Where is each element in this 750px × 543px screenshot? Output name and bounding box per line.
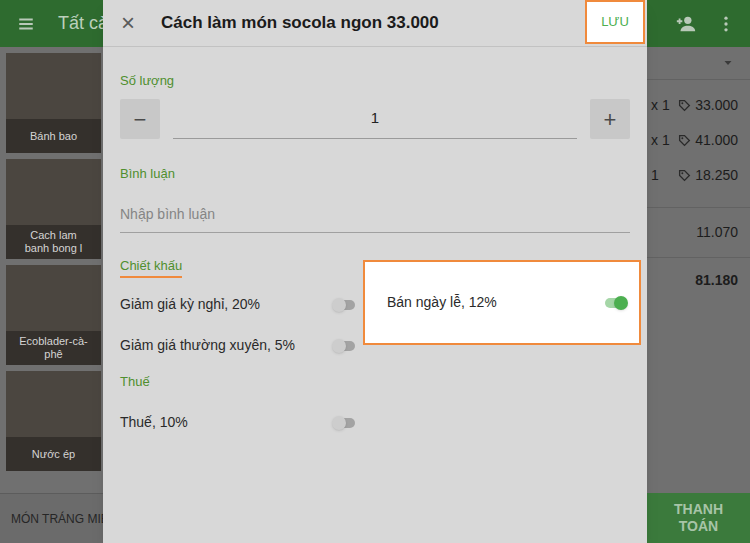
minus-button[interactable]: −: [120, 99, 160, 139]
toggle-label: Giảm giá thường xuyên, 5%: [120, 335, 295, 356]
ticket-lines: x 1 33.000 x 1 41.000 1 18.250: [647, 80, 750, 193]
item-name: Ecoblader-cà- phê: [19, 335, 87, 361]
toggle-row[interactable]: Bán ngày lễ, 12%: [363, 260, 641, 345]
comment-input[interactable]: [120, 195, 630, 233]
item-name: Bánh bao: [30, 130, 77, 143]
quantity-value[interactable]: 1: [371, 107, 379, 130]
category-name[interactable]: MÓN TRÁNG MIỆ: [11, 510, 109, 528]
app-bar-actions: [675, 13, 750, 35]
charge-button[interactable]: THANH TOÁN: [647, 493, 750, 543]
price-tag-icon: [678, 99, 691, 112]
ticket-line[interactable]: x 1 41.000: [647, 123, 750, 158]
toggle-knob: [332, 298, 346, 312]
ticket-space: [647, 303, 750, 493]
toggle-switch[interactable]: [333, 339, 355, 353]
taxes-label: Thuế: [120, 374, 641, 390]
line-price: 33.000: [695, 95, 738, 116]
ticket-dropdown[interactable]: [647, 47, 750, 80]
discounts-label: Chiết khấu: [120, 258, 182, 278]
more-vertical-icon: [716, 14, 736, 34]
tax-row: 11.070: [647, 207, 750, 257]
more-button[interactable]: [716, 14, 736, 34]
total-row: 81.180: [647, 257, 750, 303]
discounts-section: Chiết khấuGiảm giá kỳ nghỉ, 20%Giảm giá …: [120, 258, 641, 366]
line-qty: x 1: [651, 130, 670, 151]
comment-label: Bình luận: [120, 166, 641, 182]
item-tile[interactable]: Bánh bao: [6, 53, 101, 153]
toggle-label: Thuế, 10%: [120, 412, 188, 433]
dialog-title: Cách làm món socola ngon 33.000: [161, 10, 439, 36]
menu-button[interactable]: [0, 15, 52, 33]
item-tile[interactable]: Cach lam banh bong l: [6, 159, 101, 259]
discounts-left: Chiết khấuGiảm giá kỳ nghỉ, 20%Giảm giá …: [120, 258, 355, 366]
add-customer-button[interactable]: [675, 13, 697, 35]
item-name: Cach lam banh bong l: [25, 229, 83, 255]
taxes-list: Thuế, 10%: [120, 402, 355, 443]
caret-down-icon: [722, 57, 734, 69]
item-label: Cach lam banh bong l: [6, 225, 101, 259]
discounts-right: Bán ngày lễ, 12%: [363, 260, 641, 366]
total-amount: 81.180: [695, 270, 738, 291]
toggle-row[interactable]: Giảm giá kỳ nghỉ, 20%: [120, 284, 355, 325]
quantity-label: Số lượng: [120, 73, 641, 89]
toggle-switch[interactable]: [333, 416, 355, 430]
toggle-knob: [614, 296, 628, 310]
line-qty: x 1: [651, 95, 670, 116]
line-price: 41.000: [695, 130, 738, 151]
toggle-knob: [332, 339, 346, 353]
item-tile[interactable]: Nước ép: [6, 371, 101, 471]
discounts-heading-wrap: Chiết khấu: [120, 258, 182, 278]
ticket-line[interactable]: 1 18.250: [647, 158, 750, 193]
save-button[interactable]: LƯU: [585, 0, 645, 44]
dialog-body: Số lượng − 1 + Bình luận Chiết khấu Giảm giá k…: [103, 47, 647, 443]
quantity-field[interactable]: 1: [173, 99, 577, 139]
tax-amount: 11.070: [696, 222, 738, 243]
item-label: Nước ép: [6, 437, 101, 471]
price-tag-icon: [678, 134, 691, 147]
ticket-panel: x 1 33.000 x 1 41.000 1 18.250 11.070 81.180 THA…: [647, 47, 750, 543]
edit-item-dialog: ×Cách làm món socola ngon 33.000LƯUSố lư…: [103, 0, 647, 543]
toggle-label: Bán ngày lễ, 12%: [387, 292, 497, 313]
plus-button[interactable]: +: [590, 99, 630, 139]
toggle-switch[interactable]: [333, 298, 355, 312]
charge-label[interactable]: THANH TOÁN: [663, 501, 735, 535]
item-name: Nước ép: [32, 448, 75, 461]
line-qty: 1: [651, 165, 659, 186]
add-person-icon: [675, 13, 697, 35]
item-label: Ecoblader-cà- phê: [6, 331, 101, 365]
app-bar-title[interactable]: Tất cả: [58, 10, 108, 37]
item-tile[interactable]: Ecoblader-cà- phê: [6, 265, 101, 365]
toggle-label: Giảm giá kỳ nghỉ, 20%: [120, 294, 260, 315]
dialog-header: ×Cách làm món socola ngon 33.000 LƯU: [103, 0, 647, 47]
toggle-row[interactable]: Giảm giá thường xuyên, 5%: [120, 325, 355, 366]
close-button[interactable]: ×: [103, 11, 161, 35]
line-price: 18.250: [695, 165, 738, 186]
item-label: Bánh bao: [6, 119, 101, 153]
price-tag-icon: [678, 169, 691, 182]
toggle-row[interactable]: Thuế, 10%: [120, 402, 355, 443]
menu-icon: [17, 15, 35, 33]
toggle-knob: [332, 416, 346, 430]
discounts-list: Giảm giá kỳ nghỉ, 20% Giảm giá thường xuy…: [120, 284, 355, 366]
toggle-switch[interactable]: [605, 296, 627, 310]
ticket-line[interactable]: x 1 33.000: [647, 88, 750, 123]
quantity-stepper: − 1 +: [120, 99, 641, 139]
